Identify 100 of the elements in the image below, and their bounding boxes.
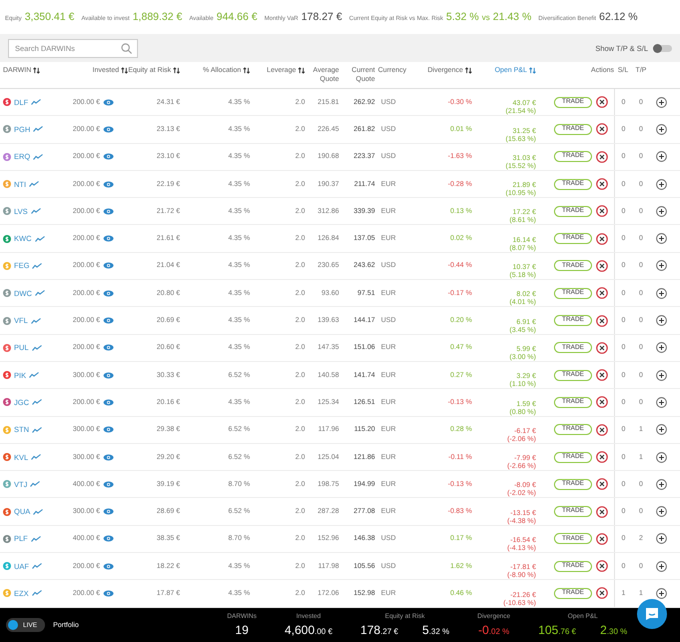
eye-icon[interactable] — [103, 372, 114, 379]
sort-icon — [243, 67, 250, 74]
add-icon[interactable] — [656, 396, 666, 408]
trend-icon — [30, 208, 41, 214]
close-icon[interactable] — [596, 123, 608, 136]
eye-icon[interactable] — [103, 454, 114, 460]
sort-icon — [465, 67, 472, 74]
close-icon[interactable] — [596, 314, 608, 327]
eye-icon[interactable] — [103, 208, 114, 215]
trend-icon — [32, 563, 42, 570]
eye-icon[interactable] — [103, 480, 114, 488]
trend-icon — [30, 536, 41, 542]
summary-value: 5.32 % — [446, 11, 479, 23]
chat-icon — [644, 607, 660, 621]
add-icon[interactable] — [656, 533, 666, 544]
trend-icon — [32, 590, 42, 596]
eye-icon[interactable] — [103, 590, 114, 597]
eye-icon[interactable] — [103, 290, 114, 297]
add-icon[interactable] — [656, 452, 666, 462]
close-icon[interactable] — [596, 178, 608, 190]
summary-value: 178.27 € — [301, 11, 342, 23]
chat-button[interactable] — [637, 599, 667, 629]
trend-icon — [29, 181, 40, 188]
add-icon[interactable] — [656, 588, 666, 599]
eye-icon[interactable] — [103, 153, 114, 160]
summary-value: vs — [482, 13, 490, 22]
close-icon[interactable] — [596, 260, 608, 272]
trend-icon — [33, 508, 44, 515]
trend-icon — [32, 344, 42, 351]
add-icon[interactable] — [656, 96, 666, 108]
add-icon[interactable] — [656, 342, 666, 354]
eye-icon[interactable] — [103, 344, 114, 352]
close-icon[interactable] — [596, 506, 608, 518]
close-icon[interactable] — [596, 342, 608, 354]
close-icon[interactable] — [596, 205, 608, 218]
sort-icon — [529, 67, 536, 74]
add-icon[interactable] — [656, 260, 666, 272]
summary-value: 1,889.32 € — [132, 11, 182, 23]
add-icon[interactable] — [656, 178, 666, 190]
eye-icon[interactable] — [103, 235, 114, 242]
eye-icon[interactable] — [103, 535, 114, 542]
add-icon[interactable] — [656, 506, 666, 518]
add-icon[interactable] — [656, 560, 666, 572]
trend-icon — [33, 154, 44, 160]
trend-icon — [31, 454, 42, 460]
trend-icon — [31, 99, 42, 106]
trend-icon — [32, 399, 42, 406]
close-icon[interactable] — [596, 587, 608, 600]
eye-icon[interactable] — [103, 98, 114, 106]
trend-icon — [30, 481, 40, 488]
close-icon[interactable] — [596, 396, 608, 408]
toggle-switch[interactable] — [654, 44, 672, 52]
add-icon[interactable] — [656, 206, 666, 217]
eye-icon[interactable] — [103, 180, 114, 188]
stat-value: -0.02 % — [478, 623, 510, 638]
sort-icon — [173, 67, 180, 74]
stat-value: 178.27 € — [360, 623, 398, 638]
eye-icon[interactable] — [103, 126, 114, 133]
close-icon[interactable] — [596, 96, 608, 108]
summary-value: 3,350.41 € — [24, 11, 74, 23]
add-icon[interactable] — [656, 151, 666, 162]
sort-icon — [33, 67, 40, 74]
eye-icon[interactable] — [103, 562, 114, 570]
search-icon — [121, 42, 132, 54]
eye-icon[interactable] — [103, 398, 114, 406]
stat-value: 19 — [235, 623, 249, 638]
eye-icon[interactable] — [103, 426, 114, 434]
stat-value: 105.76 € — [538, 623, 576, 638]
close-icon[interactable] — [596, 424, 608, 436]
close-icon[interactable] — [596, 150, 608, 163]
summary-value: 944.66 € — [216, 11, 258, 23]
stat-value: 5.32 % — [422, 623, 450, 638]
add-icon[interactable] — [656, 478, 666, 490]
add-icon[interactable] — [656, 315, 666, 326]
trend-icon — [29, 372, 40, 378]
eye-icon[interactable] — [103, 317, 114, 324]
eye-icon[interactable] — [103, 508, 114, 516]
eye-icon[interactable] — [103, 262, 114, 270]
close-icon[interactable] — [596, 232, 608, 245]
close-icon[interactable] — [596, 369, 608, 382]
close-icon[interactable] — [596, 287, 608, 300]
close-icon[interactable] — [596, 451, 608, 463]
add-icon[interactable] — [656, 424, 666, 436]
trend-icon — [34, 236, 44, 242]
add-icon[interactable] — [656, 288, 666, 299]
add-icon[interactable] — [656, 233, 666, 244]
trend-icon — [30, 318, 41, 324]
trend-icon — [32, 262, 42, 269]
sort-icon — [298, 67, 305, 74]
stat-value: 2.30 % — [600, 623, 628, 638]
trend-icon — [34, 290, 45, 296]
summary-value: 21.43 % — [492, 11, 532, 23]
close-icon[interactable] — [596, 478, 608, 490]
trend-icon — [32, 426, 42, 433]
add-icon[interactable] — [656, 124, 666, 135]
stat-value: 4,600.00 € — [284, 623, 332, 638]
close-icon[interactable] — [596, 560, 608, 572]
add-icon[interactable] — [656, 370, 666, 381]
close-icon[interactable] — [596, 532, 608, 545]
trend-icon — [33, 126, 44, 132]
